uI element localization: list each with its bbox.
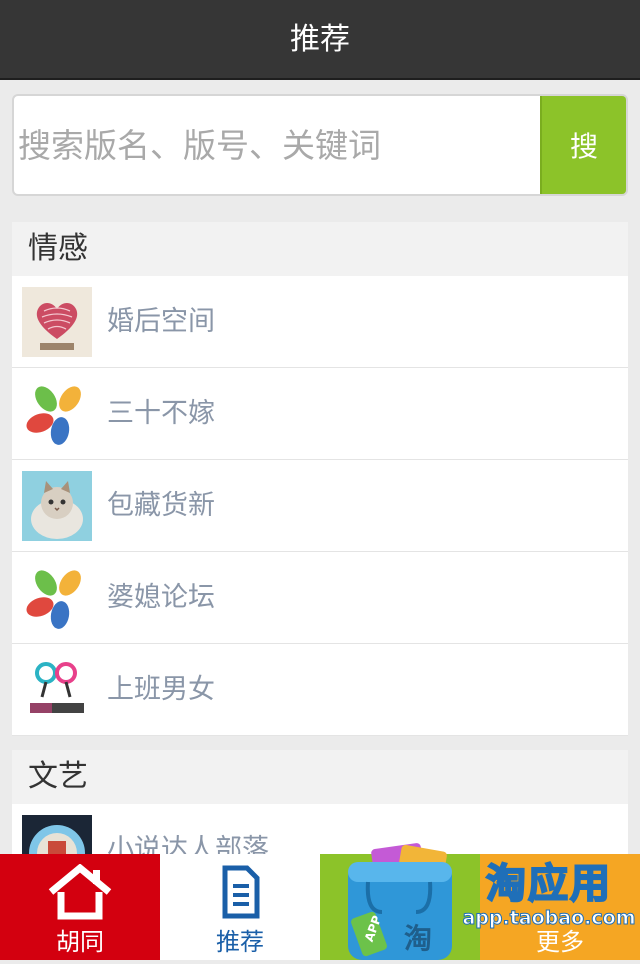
top-bar: 推荐	[0, 0, 640, 80]
section-header: 情感	[12, 222, 628, 276]
heart-fingerprint-logo-icon	[22, 287, 92, 357]
list-item[interactable]: 婚后空间	[12, 276, 628, 368]
bag-text: 淘	[404, 922, 432, 955]
tab-app-store[interactable]: APP 淘	[320, 843, 480, 960]
list-item[interactable]: 婆媳论坛	[12, 552, 628, 644]
tab-label: 胡同	[56, 928, 104, 956]
list-item[interactable]: 包藏货新	[12, 460, 628, 552]
app-bag-icon: APP 淘	[342, 842, 462, 960]
search-bar: 搜	[12, 94, 628, 196]
item-label: 三十不嫁	[107, 398, 215, 429]
watermark-brand: 淘应用	[485, 861, 612, 907]
item-label: 包藏货新	[107, 490, 215, 521]
petal-logo-icon	[22, 563, 92, 633]
search-button[interactable]: 搜	[540, 96, 626, 194]
section-header: 文艺	[12, 750, 628, 804]
page-title: 推荐	[290, 22, 350, 57]
list-item[interactable]: 三十不嫁	[12, 368, 628, 460]
document-icon	[205, 864, 275, 920]
list-item[interactable]: 上班男女	[12, 644, 628, 736]
taobao-app-watermark: 淘应用 app.taobao.com	[458, 861, 640, 942]
search-input[interactable]	[14, 96, 546, 194]
petal-logo-icon	[22, 379, 92, 449]
tab-hutong[interactable]: 胡同	[0, 854, 160, 960]
item-label: 婆媳论坛	[107, 582, 215, 613]
section-emotion: 情感 婚后空间 三十不嫁 包藏货新 婆媳论坛 上班男女	[12, 222, 628, 736]
tab-label: 推荐	[216, 928, 264, 956]
item-label: 上班男女	[107, 674, 215, 705]
tab-recommend[interactable]: 推荐	[160, 854, 320, 960]
couple-logo-icon	[22, 655, 92, 725]
cat-photo-icon	[22, 471, 92, 541]
item-label: 婚后空间	[107, 306, 215, 337]
watermark-url: app.taobao.com	[462, 907, 636, 930]
home-icon	[45, 863, 115, 920]
